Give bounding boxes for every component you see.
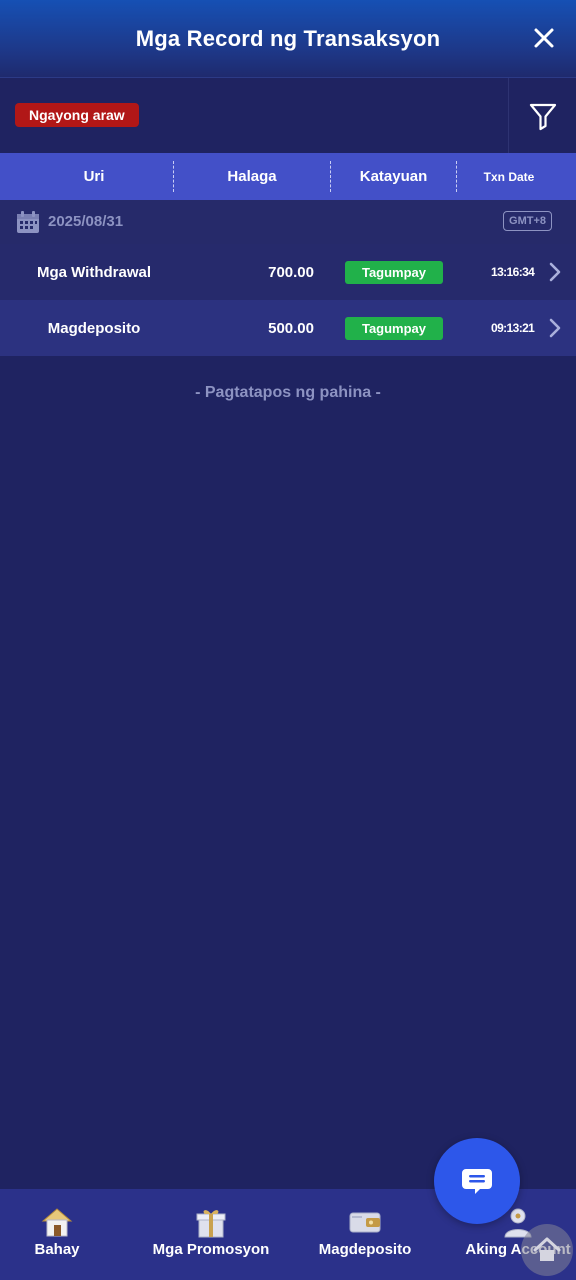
top-bar: Mga Record ng Transaksyon xyxy=(0,0,576,78)
group-date: 2025/08/31 xyxy=(48,213,124,230)
nav-item-deposit[interactable]: Magdeposito xyxy=(314,1189,416,1280)
transaction-amount: 700.00 xyxy=(268,263,314,281)
filter-button[interactable] xyxy=(508,78,576,153)
nav-label: Bahay xyxy=(34,1241,80,1258)
close-icon xyxy=(534,28,554,48)
calendar-icon xyxy=(17,211,39,233)
gift-icon xyxy=(196,1210,226,1238)
nav-label: Mga Promosyon xyxy=(152,1241,270,1258)
home-icon xyxy=(41,1208,73,1237)
date-range-chip[interactable]: Ngayong araw xyxy=(15,103,139,127)
transaction-time: 09:13:21 xyxy=(491,321,535,335)
column-type: Uri xyxy=(83,168,105,185)
status-badge: Tagumpay xyxy=(345,317,443,340)
transaction-time: 13:16:34 xyxy=(491,265,535,279)
table-header: Uri Halaga Katayuan Txn Date xyxy=(0,153,576,200)
transaction-type: Magdeposito xyxy=(47,319,141,337)
column-status: Katayuan xyxy=(359,168,428,185)
chat-button[interactable] xyxy=(434,1138,520,1224)
funnel-icon xyxy=(529,103,556,130)
nav-item-promotions[interactable]: Mga Promosyon xyxy=(151,1189,271,1280)
close-button[interactable] xyxy=(530,24,558,52)
transaction-row[interactable]: Magdeposito 500.00 Tagumpay 09:13:21 xyxy=(0,300,576,356)
scroll-top-button[interactable] xyxy=(521,1224,573,1276)
date-group-header: 2025/08/31 GMT+8 xyxy=(0,200,576,244)
transaction-amount: 500.00 xyxy=(268,319,314,337)
chevron-right-icon xyxy=(549,262,561,282)
chat-icon xyxy=(462,1169,492,1194)
column-amount: Halaga xyxy=(227,168,277,185)
page-title: Mga Record ng Transaksyon xyxy=(135,25,441,51)
timezone-badge: GMT+8 xyxy=(503,211,552,231)
home-up-icon xyxy=(533,1237,561,1261)
status-badge: Tagumpay xyxy=(345,261,443,284)
chevron-right-icon xyxy=(549,318,561,338)
column-date: Txn Date xyxy=(483,169,535,184)
wallet-icon xyxy=(349,1212,381,1233)
end-of-list-text: - Pagtatapos ng pahina - xyxy=(195,384,381,401)
nav-label: Magdeposito xyxy=(318,1241,412,1258)
nav-item-home[interactable]: Bahay xyxy=(17,1189,97,1280)
transaction-row[interactable]: Mga Withdrawal 700.00 Tagumpay 13:16:34 xyxy=(0,244,576,300)
transaction-type: Mga Withdrawal xyxy=(36,263,152,281)
